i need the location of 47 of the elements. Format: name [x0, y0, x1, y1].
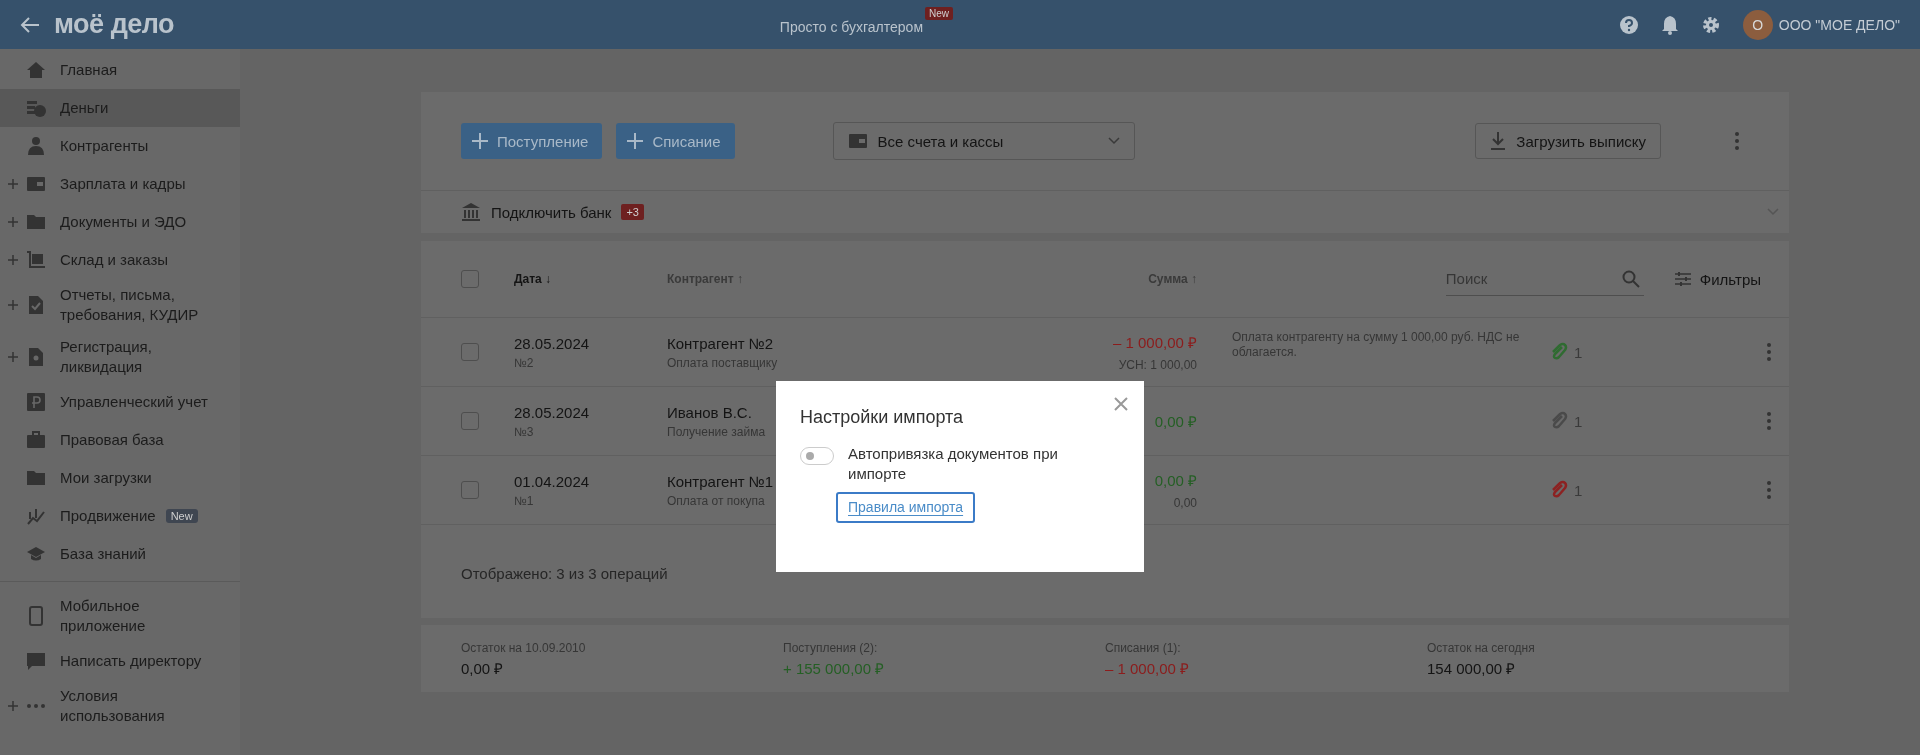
sidebar-item[interactable]: Склад и заказы [0, 241, 240, 279]
summary-text: Отображено: 3 из 3 операций [461, 565, 668, 582]
dialog-title: Настройки импорта [800, 407, 965, 428]
logo[interactable]: моё дело [54, 9, 175, 40]
add-button[interactable]: Списание [616, 123, 735, 159]
counterparty-name: Контрагент №1 [667, 472, 774, 490]
count-badge: +3 [621, 204, 644, 220]
sidebar-item[interactable]: Деньги [0, 89, 240, 127]
add-button[interactable]: Поступление [461, 123, 603, 159]
connect-bank-link[interactable]: Подключить банк [491, 203, 612, 221]
import-rules-link[interactable]: Правила импорта [836, 492, 976, 523]
sidebar-item[interactable]: Условия использования [0, 680, 240, 732]
total-value: 0,00 ₽ [461, 659, 505, 678]
total-value: 154 000,00 ₽ [1427, 659, 1517, 678]
total-value: – 1 000,00 ₽ [1105, 659, 1191, 678]
amount-text: – 1 000,00 ₽ [1112, 333, 1197, 352]
sidebar-item[interactable]: Главная [0, 51, 240, 89]
sidebar-item[interactable]: Контрагенты [0, 127, 240, 165]
sidebar-item[interactable]: Зарплата и кадры [0, 165, 240, 203]
date-text: 28.05.2024 [514, 403, 590, 421]
column-header[interactable]: Дата ↓ [514, 272, 552, 286]
new-badge: New [925, 6, 954, 20]
sidebar-item[interactable]: Отчеты, письма, требования, КУДИР [0, 279, 240, 331]
sidebar-item[interactable]: Мои загрузки [0, 459, 240, 497]
header-link[interactable]: Просто с бухгалтером [779, 18, 923, 35]
sidebar-item[interactable]: Правовая база [0, 421, 240, 459]
avatar[interactable]: О [1742, 9, 1773, 40]
sidebar-item[interactable]: База знаний [0, 535, 240, 573]
account-select[interactable]: Все счета и кассы [832, 122, 1135, 160]
counterparty-name: Контрагент №2 [667, 334, 774, 352]
sidebar-item[interactable]: Управленческий учет [0, 383, 240, 421]
upload-button[interactable]: Загрузить выписку [1475, 123, 1661, 159]
filters-button[interactable]: Фильтры [1673, 270, 1761, 288]
sidebar-item[interactable]: Документы и ЭДО [0, 203, 240, 241]
sidebar-item[interactable]: Мобильное приложение [0, 590, 240, 642]
counterparty-name: Иванов В.С. [667, 403, 752, 421]
sidebar-item[interactable]: Продвижение New [0, 497, 240, 535]
date-text: 01.04.2024 [514, 472, 590, 490]
amount-text: 0,00 ₽ [1154, 471, 1197, 490]
total-value: + 155 000,00 ₽ [783, 659, 886, 678]
sidebar-item[interactable]: Регистрация, ликвидация [0, 331, 240, 383]
new-badge: New [165, 509, 198, 523]
amount-text: 0,00 ₽ [1154, 412, 1197, 431]
date-text: 28.05.2024 [514, 334, 590, 352]
sidebar-item[interactable]: Написать директору [0, 642, 240, 680]
company-name[interactable]: ООО "МОЕ ДЕЛО" [1778, 16, 1900, 33]
toggle-label: Автопривязка документов при импорте [848, 444, 1059, 484]
